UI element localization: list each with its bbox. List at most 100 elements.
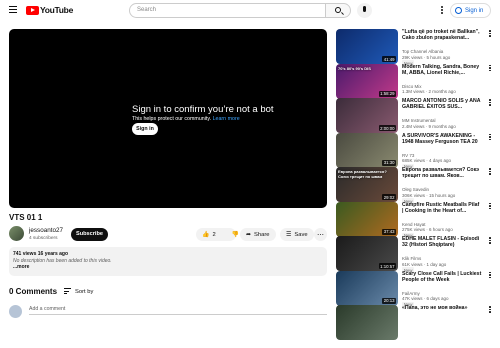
thumbs-down-icon[interactable]: 👎 [232,232,239,238]
share-label: Share [254,231,270,238]
more-icon: ⋯ [317,231,324,239]
duration-badge: 20:13 [382,297,396,304]
like-dislike-group: 👍 2 👎 [196,228,239,241]
related-video-meta: 2.4M views · 9 months ago [402,123,456,129]
save-label: Save [294,231,308,238]
related-video-title[interactable]: A SURVIVOR'S AWAKENING - 1948 Massey Fer… [402,133,482,145]
save-button[interactable]: ☰ Save [280,228,314,241]
related-video-meta: 47K views · 6 days ago [402,296,449,301]
channel-avatar[interactable] [9,226,24,241]
subscriber-count: 4 subscribers [29,236,58,241]
more-options-icon[interactable] [489,271,491,280]
settings-more-icon[interactable] [441,6,443,15]
more-options-icon[interactable] [489,306,491,314]
voice-search-button[interactable] [357,3,372,18]
related-channel-name[interactable]: FailArmy [402,291,420,296]
view-stats: 741 views 16 years ago [13,251,69,257]
like-count[interactable]: 2 [212,232,215,238]
duration-badge: 29:02 [382,194,396,200]
related-video-card[interactable]: 41:49 "Lufta që po troket në Ballkan", Ca… [336,29,496,66]
more-actions-button[interactable]: ⋯ [314,228,327,241]
related-video-title[interactable]: EDHE MALET FLASIN - Episodi 32 (Histori … [402,236,482,248]
related-channel-name[interactable]: Top Channel Albania [402,49,443,54]
related-video-meta: 29K views · 5 hours ago [402,54,451,60]
related-channel-name[interactable]: RV 73 [402,153,414,158]
user-avatar [9,305,22,318]
video-thumbnail[interactable]: 2:00:00 [336,98,398,133]
search-input[interactable]: Search [129,3,326,18]
related-video-meta: 306K views · 15 hours ago [402,192,456,198]
play-logo-icon [26,5,39,15]
youtube-logo[interactable]: YouTube [26,5,73,15]
related-video-meta: 685K views · 4 days ago [402,158,452,163]
player-message-title: Sign in to confirm you’re not a bot [132,104,274,115]
video-thumbnail[interactable]: 37:43 [336,201,398,237]
comment-count: 0 Comments [9,287,58,296]
related-video-title[interactable]: Campfire Rustic Meatballs Pilaf | Cookin… [402,202,482,214]
share-button[interactable]: ➦ Share [240,228,276,241]
related-video-card[interactable]: 31:30 A SURVIVOR'S AWAKENING - 1948 Masse… [336,132,496,170]
related-video-card[interactable]: 2:00:00 MARCO ANTONIO SOLÍS y ANA GABRIEL… [336,98,496,133]
more-options-icon[interactable] [489,64,491,73]
description-text: No description has been added to this vi… [13,257,112,264]
player-sign-in-button[interactable]: Sign in [132,123,158,135]
related-video-meta: 61K views · 1 day ago [402,261,447,267]
related-video-title[interactable]: Modern Talking, Sandra, Boney M, ABBA, L… [402,64,482,76]
add-comment-input[interactable]: Add a comment [29,306,327,315]
show-more-link[interactable]: ...more [13,264,323,271]
more-options-icon[interactable] [489,30,491,38]
video-thumbnail[interactable]: Европа развалывается? Союз трещит по шва… [336,167,398,202]
more-options-icon[interactable] [489,133,491,142]
thumbnail-text: Европа развалывается? Союз трещит по шва… [338,169,387,179]
video-thumbnail[interactable]: 70's 80's 90's DIS 1:58:29 [336,63,398,99]
player-message-subtitle: This helps protect our community. Learn … [132,116,240,122]
microphone-icon [363,6,366,12]
related-video-meta: 275K views · 6 hours ago [402,227,453,232]
related-channel-name[interactable]: Oleg Savedin [402,187,429,192]
video-thumbnail[interactable]: 41:49 [336,29,398,64]
related-channel-name[interactable]: Klik Films [402,256,421,261]
video-thumbnail[interactable]: 20:13 [336,270,398,306]
search-button[interactable] [326,3,351,18]
related-video-card[interactable]: 20:13 Scary Close Call Fails | Luckiest P… [336,270,496,308]
search-icon [335,7,341,13]
video-thumbnail[interactable] [336,305,398,340]
menu-icon[interactable] [9,6,17,14]
share-icon: ➦ [246,231,252,238]
description-box[interactable]: 741 views 16 years ago No description ha… [9,247,327,276]
related-video-card[interactable]: Европа развалывается? Союз трещит по шва… [336,167,496,204]
related-video-title[interactable]: «Папа, это не моя война» [402,305,482,311]
related-video-title[interactable]: Европа развалывается? Сокэ трещит по шва… [402,167,482,179]
video-title: VTS 01 1 [9,213,43,222]
related-video-card[interactable]: 37:43 Campfire Rustic Meatballs Pilaf | C… [336,201,496,239]
save-playlist-icon: ☰ [286,231,292,238]
duration-badge: 37:43 [382,228,396,235]
related-video-title[interactable]: MARCO ANTONIO SOLÍS y ANA GABRIEL ÉXITOS… [402,98,482,110]
more-options-icon[interactable] [489,99,491,107]
more-options-icon[interactable] [489,202,491,211]
related-channel-name[interactable]: MM Instrumental [402,118,436,123]
learn-more-link[interactable]: Learn more [213,116,240,122]
related-video-title[interactable]: Scary Close Call Fails | Luckiest People… [402,271,482,283]
more-options-icon[interactable] [489,237,491,245]
thumbs-up-icon[interactable]: 👍 [202,232,209,238]
player-subtitle-text: This helps protect our community. [132,116,212,122]
related-video-card[interactable]: 1:10:57 EDHE MALET FLASIN - Episodi 32 (H… [336,236,496,273]
related-channel-name[interactable]: Kend Hayat [402,222,426,227]
video-thumbnail[interactable]: 1:10:57 [336,236,398,271]
channel-name[interactable]: jessoanto27 [29,227,63,234]
related-video-card[interactable]: «Папа, это не моя война» [336,305,496,340]
sign-in-button[interactable]: Sign in [450,3,491,18]
video-thumbnail[interactable]: 31:30 [336,132,398,168]
sort-icon [64,288,71,296]
more-options-icon[interactable] [489,168,491,176]
related-video-card[interactable]: 70's 80's 90's DIS 1:58:29 Modern Talking,… [336,63,496,99]
related-channel-name[interactable]: Disco Mix [402,84,422,89]
related-video-title[interactable]: "Lufta që po troket në Ballkan", Cako zb… [402,29,482,41]
thumbnail-text: 70's 80's 90's DIS [338,65,371,71]
video-player[interactable]: Sign in to confirm you’re not a bot This… [9,29,327,208]
sort-by-button[interactable]: Sort by [64,288,93,296]
duration-badge: 2:00:00 [378,125,396,131]
logo-text: YouTube [40,5,73,15]
subscribe-button[interactable]: Subscribe [71,228,108,241]
